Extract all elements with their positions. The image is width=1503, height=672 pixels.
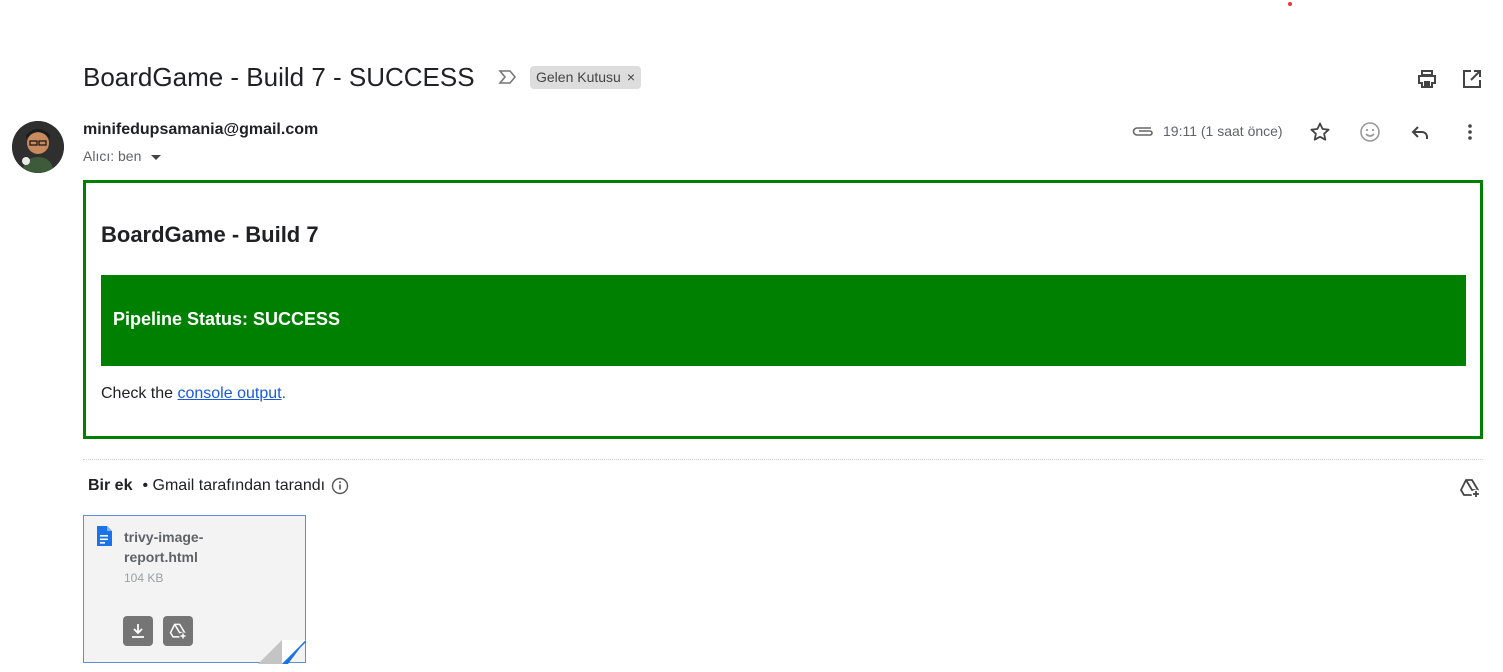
console-output-link[interactable]: console output — [177, 385, 281, 402]
pipeline-status-text: Pipeline Status: SUCCESS — [113, 309, 341, 329]
check-suffix: . — [281, 385, 287, 402]
scanned-note: • Gmail tarafından tarandı — [142, 477, 326, 494]
document-icon — [97, 526, 112, 546]
console-output-line: Check the console output. — [101, 385, 286, 403]
label-chip-inbox[interactable]: Gelen Kutusu × — [530, 66, 642, 89]
important-marker-icon[interactable] — [497, 66, 519, 88]
recipient-text: Alıcı: ben — [83, 148, 142, 164]
add-to-drive-icon — [169, 623, 187, 640]
info-icon[interactable] — [331, 477, 349, 495]
open-in-new-window-icon[interactable] — [1460, 67, 1484, 91]
paperclip-icon — [1132, 127, 1153, 136]
print-icon[interactable] — [1415, 67, 1439, 91]
attachments-divider — [83, 459, 1483, 460]
attachment-count: Bir ek — [88, 477, 133, 494]
attachment-filename: trivy-image-report.html — [124, 529, 204, 565]
notification-dot — [1288, 2, 1292, 6]
page-fold-decoration — [258, 640, 306, 664]
save-to-drive-button[interactable] — [163, 616, 193, 646]
build-title: BoardGame - Build 7 — [101, 222, 319, 247]
show-details-chevron-down-icon[interactable] — [151, 154, 162, 160]
attachment-size: 104 KB — [124, 571, 164, 585]
attachments-header: Bir ek • Gmail tarafından tarandı — [88, 477, 349, 495]
received-time: 19:11 (1 saat önce) — [1163, 123, 1283, 139]
sender-email[interactable]: minifedupsamania@gmail.com — [83, 121, 318, 139]
email-subject: BoardGame - Build 7 - SUCCESS — [83, 62, 475, 92]
more-vert-icon[interactable] — [1458, 120, 1482, 144]
download-button[interactable] — [123, 616, 153, 646]
star-icon[interactable] — [1308, 120, 1332, 144]
label-chip-text: Gelen Kutusu — [536, 69, 621, 85]
download-icon — [132, 624, 144, 638]
emoji-icon[interactable] — [1358, 120, 1382, 144]
recipient-line: Alıcı: ben — [83, 148, 162, 164]
add-to-drive-icon[interactable] — [1458, 476, 1482, 500]
reply-icon[interactable] — [1408, 120, 1432, 144]
sender-avatar[interactable] — [12, 121, 64, 173]
check-prefix: Check the — [101, 385, 178, 402]
remove-label-button[interactable]: × — [627, 66, 635, 89]
